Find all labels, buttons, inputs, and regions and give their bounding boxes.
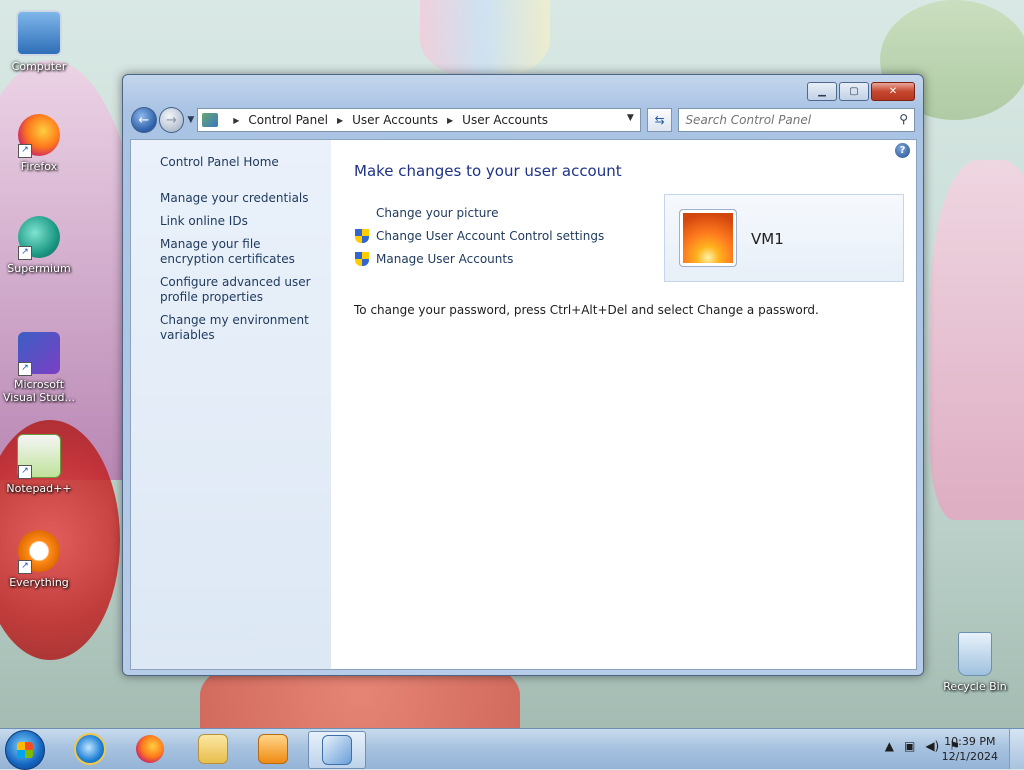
control-panel-icon [322,735,352,765]
breadcrumb-control-panel[interactable]: Control Panel [248,113,328,127]
internet-explorer-icon [74,733,106,765]
close-icon: ✕ [888,86,898,97]
advanced-profile-properties-link[interactable]: Configure advanced user profile properti… [160,275,322,305]
taskbar-firefox[interactable] [122,731,178,767]
desktop-icon-everything[interactable]: ↗ Everything [1,530,77,589]
recent-pages-dropdown[interactable]: ▼ [187,115,194,125]
notepad-plus-plus-icon: ↗ [17,434,61,479]
firefox-icon: ↗ [18,114,60,158]
desktop-icon-notepad-plus-plus[interactable]: ↗ Notepad++ [1,434,77,495]
uac-shield-icon [354,228,370,244]
minimize-button[interactable]: ▁ [807,82,837,101]
taskbar: ▲ ▣ ◀) ⚑ 10:39 PM 12/1/2024 [0,728,1024,770]
search-box[interactable]: ⚲ [678,108,916,132]
desktop-icon-firefox[interactable]: ↗ Firefox [1,114,77,173]
user-avatar[interactable] [679,209,737,267]
forward-button[interactable]: → [158,107,185,133]
desktop-icon-label: Supermium [7,262,71,275]
breadcrumb-user-accounts-current[interactable]: User Accounts [462,113,548,127]
refresh-button[interactable]: ⇆ [646,108,673,132]
close-button[interactable]: ✕ [871,82,915,101]
desktop-icon-label: Recycle Bin [943,680,1007,693]
minimize-icon: ▁ [818,86,826,97]
breadcrumb-user-accounts[interactable]: User Accounts [352,113,438,127]
system-clock[interactable]: 10:39 PM 12/1/2024 [942,734,998,764]
uac-settings-link[interactable]: Change User Account Control settings [376,229,604,243]
control-panel-icon [202,113,219,127]
page-title: Make changes to your user account [354,162,622,180]
manage-credentials-link[interactable]: Manage your credentials [160,191,322,206]
maximize-icon: ▢ [849,86,859,97]
taskbar-internet-explorer[interactable] [62,731,118,767]
task-links: Manage your credentials Link online IDs … [160,191,322,351]
action-item: Change User Account Control settings [354,224,604,247]
recycle-bin-icon [958,632,992,676]
uac-shield-icon [354,251,370,267]
change-picture-link[interactable]: Change your picture [376,206,498,220]
window-controls: ▁ ▢ ✕ [807,82,915,101]
firefox-icon [136,735,164,763]
forward-arrow-icon: → [166,112,177,128]
taskbar-media-player[interactable] [245,731,301,767]
control-panel-home-link[interactable]: Control Panel Home [160,155,279,169]
desktop-icon-visual-studio[interactable]: ↗ Microsoft Visual Stud... [1,332,77,404]
file-encryption-certificates-link[interactable]: Manage your file encryption certificates [160,237,322,267]
navigation-bar: ← → ▼ ▶ Control Panel ▶ User Accounts ▶ … [131,107,916,133]
search-input[interactable] [679,112,888,128]
back-arrow-icon: ← [138,112,150,128]
address-dropdown-icon[interactable]: ▼ [627,113,634,123]
volume-icon[interactable]: ◀) [925,739,939,753]
wallpaper-decoration [420,0,550,80]
link-online-ids-link[interactable]: Link online IDs [160,214,322,229]
show-desktop-button[interactable] [1009,729,1024,769]
desktop-icon-computer[interactable]: Computer [1,10,77,73]
action-item: Change your picture [354,201,604,224]
folder-icon [198,734,228,764]
user-account-card: VM1 [664,194,904,282]
help-button[interactable]: ? [895,143,910,158]
taskbar-file-explorer[interactable] [185,731,241,767]
breadcrumb-separator-icon[interactable]: ▶ [447,116,453,125]
wallpaper-decoration [930,160,1024,520]
task-pane: Control Panel Home Manage your credentia… [131,140,331,669]
password-note: To change your password, press Ctrl+Alt+… [354,303,819,317]
environment-variables-link[interactable]: Change my environment variables [160,313,322,343]
visual-studio-icon: ↗ [18,332,60,376]
desktop-icon-label: Notepad++ [6,482,72,495]
back-button[interactable]: ← [131,107,157,133]
taskbar-control-panel[interactable] [308,731,366,769]
desktop-icon-label: Firefox [20,160,58,173]
breadcrumb: ▶ Control Panel ▶ User Accounts ▶ User A… [224,113,548,127]
desktop-icon-supermium[interactable]: ↗ Supermium [1,216,77,275]
computer-icon [16,10,62,56]
supermium-icon: ↗ [18,216,60,260]
start-button[interactable] [5,730,45,770]
desktop-icon-recycle-bin[interactable]: Recycle Bin [937,632,1013,693]
desktop-icon-label: Microsoft Visual Stud... [2,378,76,404]
address-bar[interactable]: ▶ Control Panel ▶ User Accounts ▶ User A… [197,108,641,132]
desktop-icon-label: Computer [11,60,67,73]
account-actions: Change your picture Change User Account … [354,201,604,270]
maximize-button[interactable]: ▢ [839,82,869,101]
show-hidden-icons-icon[interactable]: ▲ [885,739,894,753]
manage-user-accounts-link[interactable]: Manage User Accounts [376,252,513,266]
everything-icon: ↗ [18,530,60,574]
clock-date: 12/1/2024 [941,750,998,763]
breadcrumb-separator-icon[interactable]: ▶ [337,116,343,125]
main-pane: ? Make changes to your user account Chan… [331,140,916,669]
refresh-icon: ⇆ [654,113,665,127]
user-name: VM1 [751,230,784,248]
desktop-icon-label: Everything [9,576,69,589]
network-icon[interactable]: ▣ [904,739,915,753]
window-client-area: Control Panel Home Manage your credentia… [130,139,917,670]
search-icon[interactable]: ⚲ [899,112,908,126]
control-panel-window: ▁ ▢ ✕ ← → ▼ ▶ Control Panel ▶ User Accou… [122,74,924,676]
breadcrumb-separator-icon[interactable]: ▶ [233,116,239,125]
media-player-icon [258,734,288,764]
action-item: Manage User Accounts [354,247,604,270]
clock-time: 10:39 PM [944,735,996,748]
